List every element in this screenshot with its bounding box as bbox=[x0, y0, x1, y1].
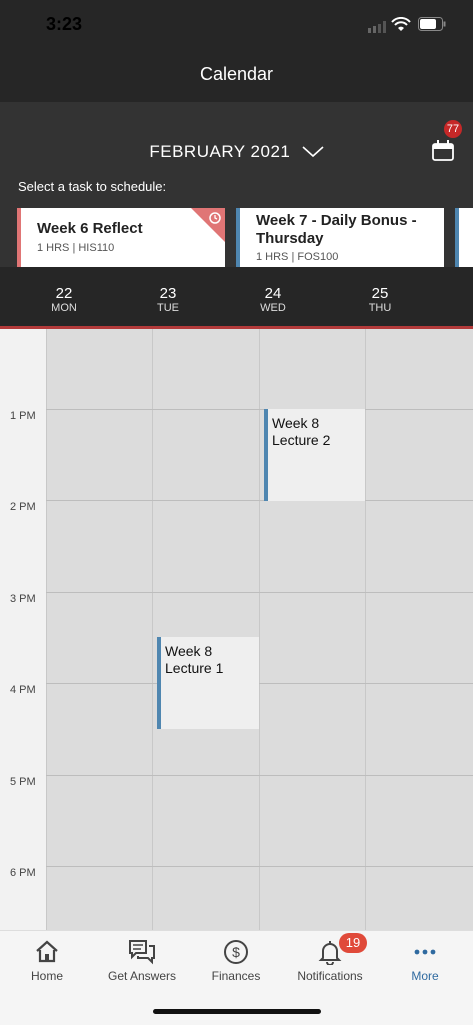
tab-more[interactable]: More bbox=[378, 931, 472, 1001]
more-icon bbox=[378, 939, 472, 967]
task-title: Week 6 Reflect bbox=[37, 220, 143, 237]
signal-icon bbox=[368, 20, 386, 38]
month-label: FEBRUARY 2021 bbox=[149, 142, 291, 161]
nav-bar: Calendar bbox=[0, 50, 473, 102]
task-card-week7-daily-bonus[interactable]: Week 7 - Daily Bonus - Thursday 1 HRS | … bbox=[236, 208, 444, 267]
tab-label: Finances bbox=[211, 969, 261, 983]
day-column-header[interactable]: 25 THU bbox=[350, 285, 410, 314]
event-week8-lecture-2[interactable]: Week 8 Lecture 2 bbox=[264, 409, 365, 501]
calendar-badge: 77 bbox=[444, 120, 462, 138]
day-name: TUE bbox=[157, 302, 179, 314]
day-name: THU bbox=[368, 302, 392, 314]
event-title: Week 8 Lecture 1 bbox=[165, 643, 224, 676]
hour-line bbox=[46, 683, 473, 684]
grid-divider bbox=[152, 329, 153, 930]
event-title: Week 8 Lecture 2 bbox=[272, 415, 331, 448]
grid-divider bbox=[46, 329, 47, 930]
tab-home[interactable]: Home bbox=[0, 931, 94, 1001]
hour-label: 6 PM bbox=[10, 867, 36, 879]
day-column-header[interactable]: 23 TUE bbox=[138, 285, 198, 314]
hour-line bbox=[46, 592, 473, 593]
day-number: 24 bbox=[264, 285, 282, 302]
hour-line bbox=[46, 866, 473, 867]
hour-label: 3 PM bbox=[10, 593, 36, 605]
grid-divider bbox=[259, 329, 260, 930]
tab-notifications[interactable]: 19 Notifications bbox=[283, 931, 377, 1001]
svg-text:$: $ bbox=[232, 944, 240, 960]
page-title: Calendar bbox=[199, 64, 274, 84]
day-column-header[interactable]: 22 MON bbox=[34, 285, 94, 314]
calendar-grid[interactable]: 1 PM 2 PM 3 PM 4 PM 5 PM 6 PM Week 8 Lec… bbox=[0, 329, 473, 930]
hour-label: 4 PM bbox=[10, 684, 36, 696]
tab-label: Home bbox=[30, 969, 63, 983]
day-number: 25 bbox=[371, 285, 389, 302]
day-name: MON bbox=[51, 302, 77, 314]
tab-finances[interactable]: $ Finances bbox=[189, 931, 283, 1001]
day-number: 22 bbox=[55, 285, 73, 302]
hour-line bbox=[46, 775, 473, 776]
day-number: 23 bbox=[159, 285, 177, 302]
event-week8-lecture-1[interactable]: Week 8 Lecture 1 bbox=[157, 637, 259, 729]
month-selector[interactable]: FEBRUARY 2021 bbox=[0, 142, 473, 163]
chat-icon bbox=[95, 939, 189, 967]
overdue-alarm-icon bbox=[191, 208, 225, 247]
status-bar: 3:23 bbox=[0, 0, 473, 50]
notifications-badge: 19 bbox=[339, 933, 367, 953]
hour-line bbox=[46, 409, 473, 410]
hour-line bbox=[46, 500, 473, 501]
grid-divider bbox=[365, 329, 366, 930]
task-card-partial[interactable] bbox=[455, 208, 473, 267]
tab-label: More bbox=[411, 969, 439, 983]
task-card-week6-reflect[interactable]: Week 6 Reflect 1 HRS | HIS110 bbox=[17, 208, 225, 267]
task-meta: 1 HRS | HIS110 bbox=[37, 242, 115, 254]
status-time: 3:23 bbox=[46, 14, 83, 34]
home-icon bbox=[0, 939, 94, 967]
hour-label: 5 PM bbox=[10, 776, 36, 788]
day-name: WED bbox=[260, 302, 286, 314]
select-task-label: Select a task to schedule: bbox=[18, 179, 167, 194]
dollar-icon: $ bbox=[189, 939, 283, 967]
wifi-icon bbox=[391, 16, 411, 37]
task-title: Week 7 - Daily Bonus - Thursday bbox=[256, 212, 417, 247]
chevron-down-icon bbox=[302, 143, 324, 163]
home-indicator bbox=[153, 1009, 321, 1014]
battery-icon bbox=[418, 17, 446, 36]
tab-label: Get Answers bbox=[107, 969, 177, 983]
hour-label: 2 PM bbox=[10, 501, 36, 513]
tab-label: Notifications bbox=[297, 969, 363, 983]
day-column-header[interactable]: 24 WED bbox=[243, 285, 303, 314]
tab-get-answers[interactable]: Get Answers bbox=[95, 931, 189, 1001]
calendar-header: FEBRUARY 2021 77 Select a task to schedu… bbox=[0, 102, 473, 267]
hour-label: 1 PM bbox=[10, 410, 36, 422]
day-header-row: 22 MON 23 TUE 24 WED 25 THU bbox=[0, 267, 473, 328]
calendar-icon[interactable] bbox=[431, 140, 455, 162]
task-meta: 1 HRS | FOS100 bbox=[256, 251, 339, 263]
